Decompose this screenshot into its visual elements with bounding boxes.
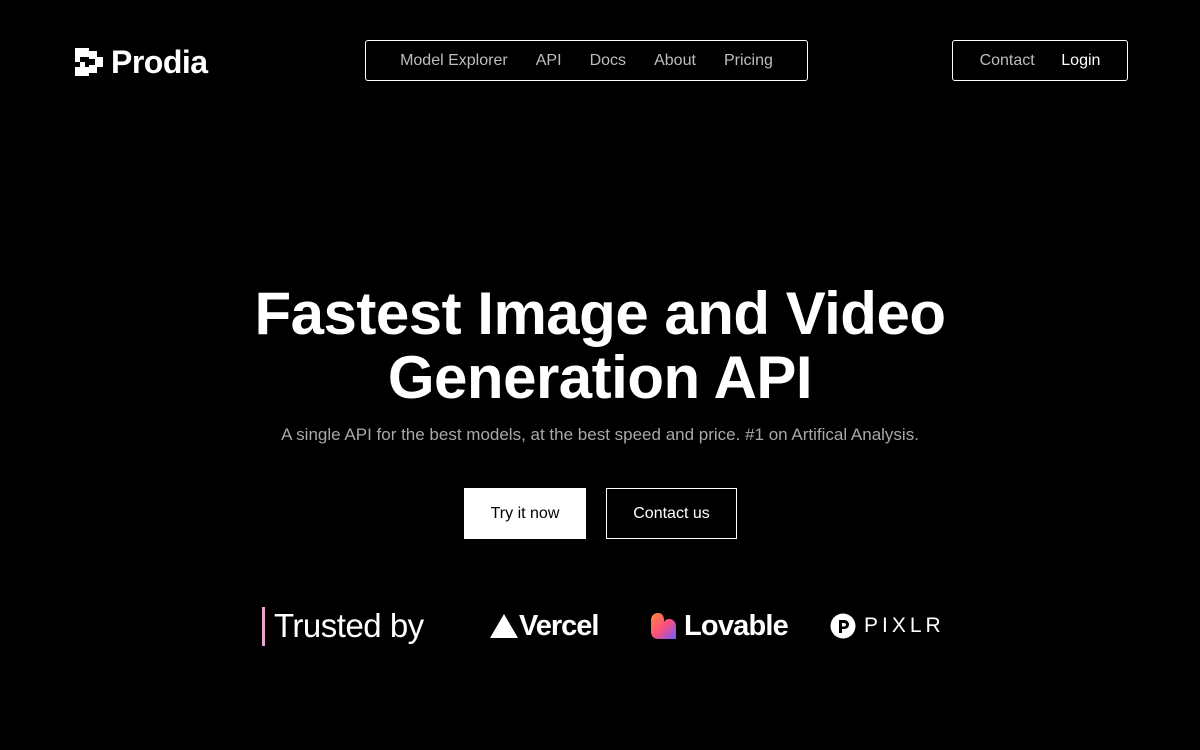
trusted-accent-bar (262, 607, 265, 646)
nav-docs[interactable]: Docs (590, 52, 626, 70)
lovable-heart-icon (651, 613, 676, 639)
brand-lovable: Lovable (651, 606, 789, 646)
nav-about[interactable]: About (654, 52, 696, 70)
prodia-logo-icon (75, 48, 103, 76)
vercel-triangle-icon (490, 614, 518, 638)
logo-text: Prodia (111, 43, 208, 80)
brand-pixlr: PIXLR (830, 606, 945, 646)
try-it-now-button[interactable]: Try it now (464, 488, 586, 539)
contact-us-button[interactable]: Contact us (606, 488, 737, 539)
brand-lovable-name: Lovable (684, 609, 789, 642)
account-nav: Contact Login (952, 40, 1128, 81)
hero-title-line-1: Fastest Image and Video (254, 280, 946, 347)
nav-pricing[interactable]: Pricing (724, 52, 773, 70)
brand-vercel-name: Vercel (519, 609, 599, 642)
landing-page: Prodia Model Explorer API Docs About Pri… (0, 0, 1200, 750)
brand-pixlr-name: PIXLR (864, 614, 945, 637)
nav-model-explorer[interactable]: Model Explorer (400, 52, 508, 70)
main-nav: Model Explorer API Docs About Pricing (365, 40, 808, 81)
brand-vercel: Vercel (490, 606, 599, 646)
prodia-logo[interactable]: Prodia (75, 44, 208, 80)
nav-api[interactable]: API (536, 52, 562, 70)
hero-subtitle: A single API for the best models, at the… (281, 425, 919, 444)
trusted-by-label: Trusted by (274, 607, 424, 644)
nav-login[interactable]: Login (1061, 52, 1100, 70)
hero-title-line-2: Generation API (387, 344, 813, 411)
pixlr-icon (830, 613, 856, 639)
hero-title: Fastest Image and Video Generation API (0, 282, 1200, 410)
nav-contact[interactable]: Contact (980, 52, 1035, 70)
